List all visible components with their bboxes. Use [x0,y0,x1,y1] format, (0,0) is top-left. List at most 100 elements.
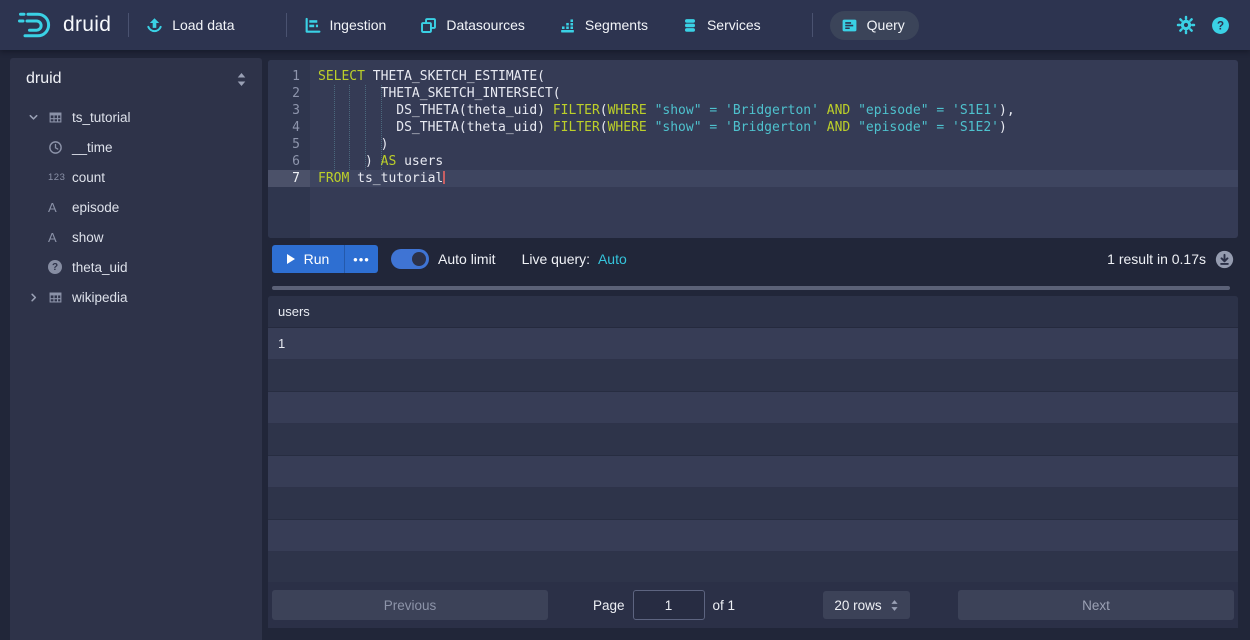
tree-item-label: count [72,170,105,185]
navbar-right: ? [1176,15,1250,35]
nav-item-label: Load data [172,17,234,33]
play-icon [287,254,295,264]
unknown-icon: ? [48,260,72,274]
live-query-label: Live query: [522,251,590,267]
auto-limit-toggle[interactable] [391,249,429,269]
code-line-5[interactable]: ) [310,136,1238,153]
segments-icon [559,17,576,34]
auto-limit-label: Auto limit [438,251,496,267]
nav-item-label: Segments [585,17,648,33]
panel-splitter-handle[interactable] [272,286,1230,290]
line-number: 7 [268,170,310,187]
services-icon [682,17,698,34]
tree-item-__time[interactable]: __time [10,132,262,162]
more-dots-icon: ••• [353,252,370,267]
run-more-button[interactable]: ••• [344,245,378,273]
indent-guide [349,85,350,170]
code-line-7[interactable]: FROM ts_tutorial [310,170,1238,187]
page-number-input[interactable] [633,590,705,620]
brand-name: druid [63,13,111,37]
nav-item-label: Ingestion [330,17,387,33]
live-query-value[interactable]: Auto [598,251,627,267]
navbar-divider [128,13,129,37]
nav-item-query-active[interactable]: Query [830,11,919,40]
tree-item-ts_tutorial[interactable]: ts_tutorial [10,102,262,132]
result-row[interactable]: 1 [268,328,1238,360]
tree-item-label: episode [72,200,119,215]
empty-row [268,552,1238,584]
nav-item-segments[interactable]: Segments [559,17,648,34]
tree-item-label: theta_uid [72,260,128,275]
nav-item-services[interactable]: Services [682,17,761,34]
chevron-right-icon[interactable] [28,292,48,303]
nav-item-label: Services [707,17,761,33]
rows-per-page-select[interactable]: 20 rows [823,591,910,619]
code-line-3[interactable]: DS_THETA(theta_uid) FILTER(WHERE "show" … [310,102,1238,119]
sidebar-header: druid [10,58,262,100]
sql-editor[interactable]: 1234567 SELECT THETA_SKETCH_ESTIMATE( TH… [268,60,1238,238]
sort-icon[interactable] [234,70,249,89]
line-number: 4 [268,119,310,136]
editor-code-area[interactable]: SELECT THETA_SKETCH_ESTIMATE( THETA_SKET… [310,60,1238,238]
rows-per-page-value: 20 rows [834,598,881,613]
page-of-label: of 1 [713,598,736,613]
settings-gear-icon[interactable] [1176,15,1196,35]
schema-sidebar: druid ts_tutorial__time123countAepisodeA… [10,58,262,640]
code-line-4[interactable]: DS_THETA(theta_uid) FILTER(WHERE "show" … [310,119,1238,136]
tree-item-label: ts_tutorial [72,110,131,125]
query-console-icon [841,17,858,34]
nav-item-ingestion[interactable]: Ingestion [304,17,387,34]
druid-console: druid Load data Ingestion [0,0,1250,640]
chevron-down-icon[interactable] [28,112,48,123]
tree-item-label: wikipedia [72,290,128,305]
empty-row [268,456,1238,488]
druid-logo[interactable]: druid [0,10,111,40]
nav-item-label: Datasources [446,17,525,33]
toggle-knob [412,252,426,266]
empty-row [268,424,1238,456]
live-query: Live query: Auto [522,251,627,267]
tree-item-episode[interactable]: Aepisode [10,192,262,222]
next-page-button[interactable]: Next [958,590,1234,620]
number-icon: 123 [48,172,72,183]
datasources-icon [420,17,437,34]
line-number: 2 [268,85,310,102]
run-button-label: Run [304,251,330,267]
tree-item-wikipedia[interactable]: wikipedia [10,282,262,312]
druid-logo-icon [16,10,56,40]
run-button[interactable]: Run [272,245,344,273]
nav-item-datasources[interactable]: Datasources [420,17,525,34]
code-line-2[interactable]: THETA_SKETCH_INTERSECT( [310,85,1238,102]
navbar-divider [286,13,287,37]
previous-page-button[interactable]: Previous [272,590,548,620]
code-line-1[interactable]: SELECT THETA_SKETCH_ESTIMATE( [310,68,1238,85]
table-icon [48,290,72,305]
double-caret-icon [890,599,899,612]
download-icon[interactable] [1215,250,1234,269]
code-line-6[interactable]: ) AS users [310,153,1238,170]
pagination-bar: Previous Page of 1 20 rows Next [268,582,1238,628]
tree-item-theta_uid[interactable]: ?theta_uid [10,252,262,282]
string-icon: A [48,230,72,245]
ingestion-icon [304,17,321,34]
line-number: 1 [268,68,310,85]
tree-item-count[interactable]: 123count [10,162,262,192]
top-navbar: druid Load data Ingestion [0,0,1250,50]
indent-guide [334,85,335,170]
empty-row [268,360,1238,392]
empty-row [268,392,1238,424]
line-number: 6 [268,153,310,170]
nav-item-load-data[interactable]: Load data [146,17,234,34]
indent-guide [381,85,382,170]
navbar-divider [812,13,813,37]
load-data-icon [146,17,163,34]
empty-row [268,488,1238,520]
query-results-panel: users 1 Previous Page of 1 20 rows Next [268,296,1238,628]
tree-item-show[interactable]: Ashow [10,222,262,252]
help-icon[interactable]: ? [1211,16,1230,35]
time-icon [48,140,72,155]
schema-title: druid [26,70,234,88]
schema-tree: ts_tutorial__time123countAepisodeAshow?t… [10,100,262,312]
results-column-header[interactable]: users [268,296,1238,328]
string-icon: A [48,200,72,215]
